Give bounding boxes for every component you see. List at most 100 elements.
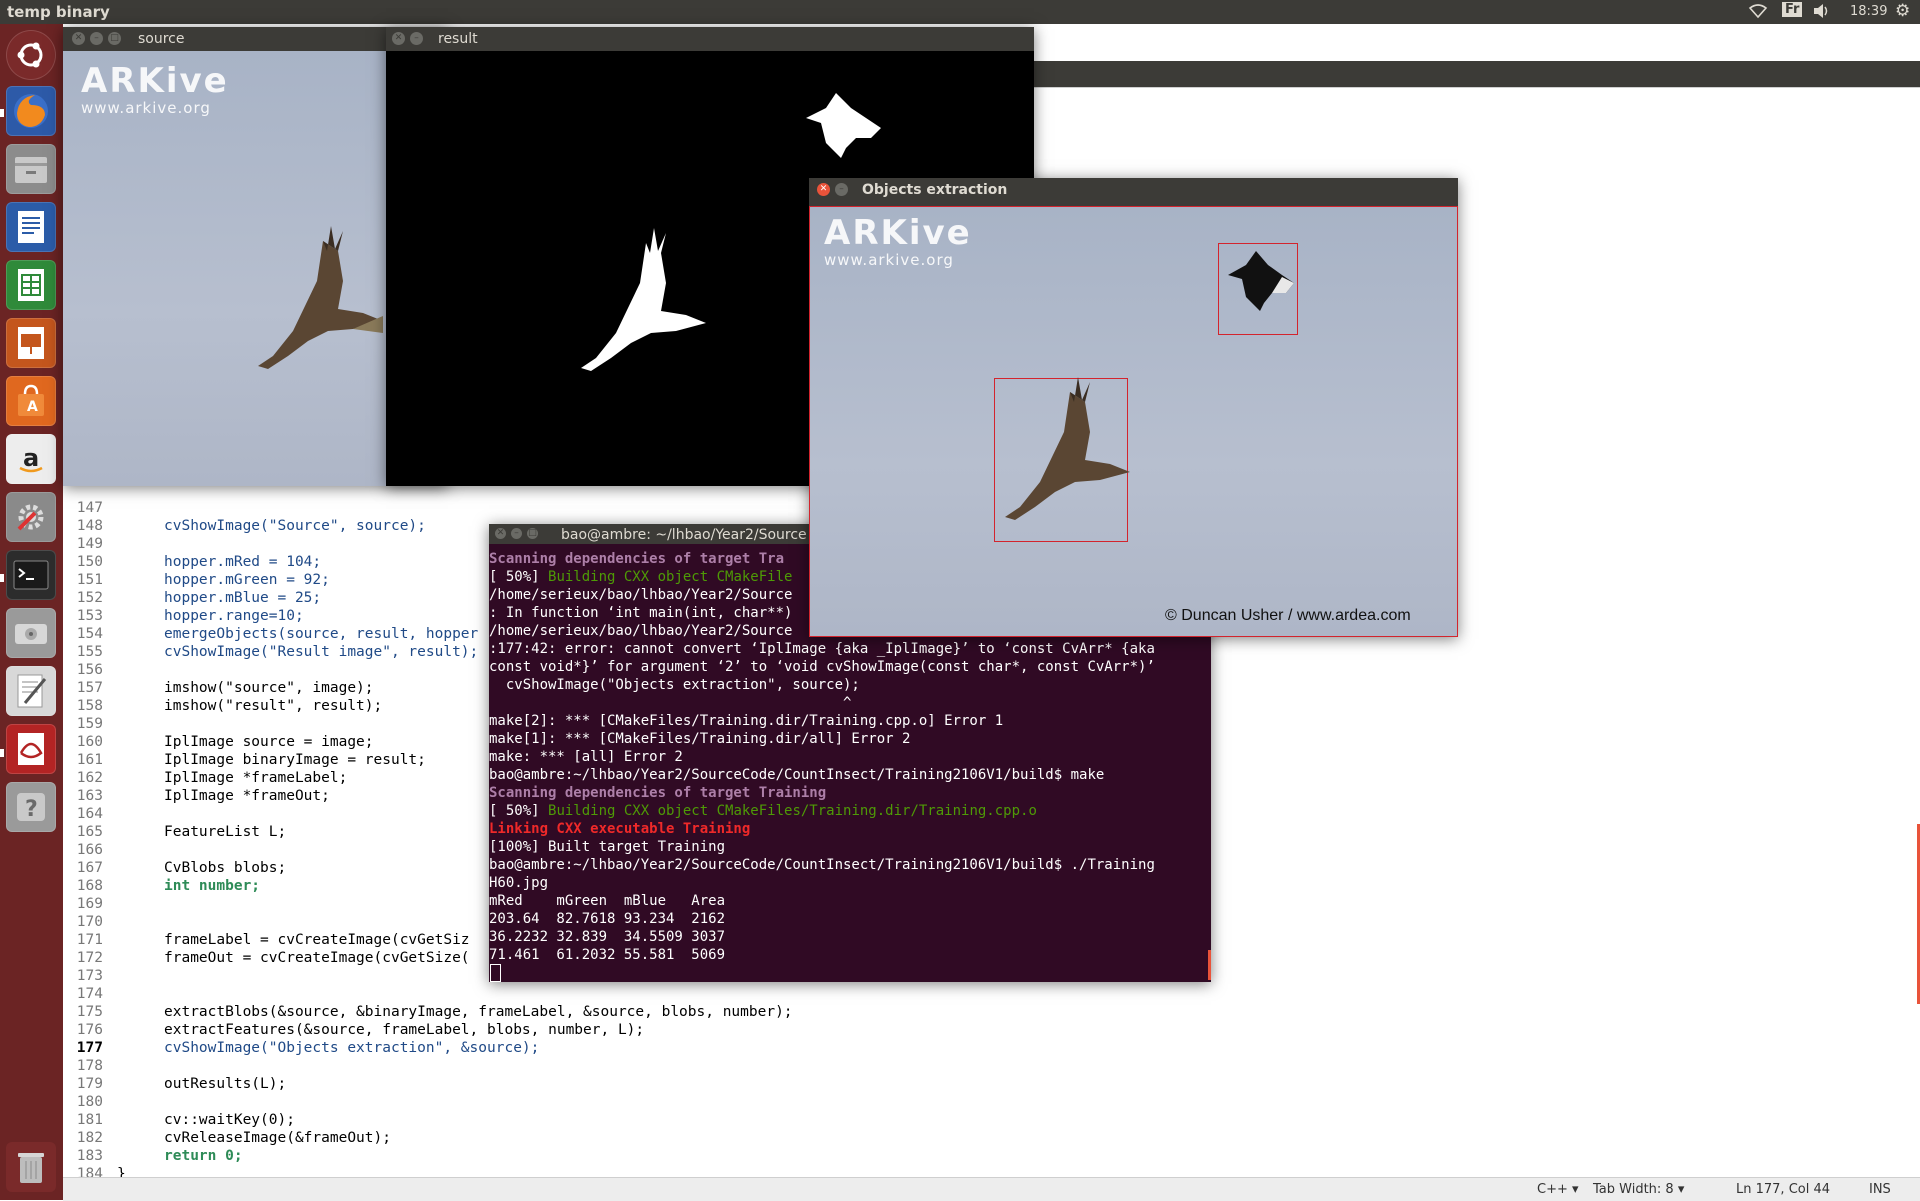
line-number: 158 [76,698,103,714]
terminal-text: bao@ambre:~/lhbao/Year2/SourceCode/Count… [489,857,1155,873]
code-line[interactable]: 178 [63,1057,793,1075]
help-icon[interactable]: ? [6,782,56,832]
line-number: 161 [76,752,103,768]
line-number: 168 [76,878,103,894]
minimize-icon[interactable]: – [835,183,848,196]
window-title: source [138,31,185,47]
writer-icon[interactable] [6,202,56,252]
line-number: 162 [76,770,103,786]
terminal-text: Scanning dependencies of target Training [489,785,827,801]
line-number: 160 [76,734,103,750]
code-line[interactable]: 147 [63,499,793,517]
bird-silhouette [581,228,706,371]
system-settings-icon[interactable] [6,492,56,542]
objects-titlebar: ✕ – Objects extraction [809,178,1458,202]
terminal-line: [ 50%] Building CXX object CMakeFiles/Tr… [489,802,1211,820]
result-titlebar: ✕ – result [386,27,1034,51]
objects-extraction-window: ✕ – Objects extraction ARKive www.arkive… [809,178,1458,637]
minimize-icon[interactable]: – [90,32,103,45]
line-number: 174 [76,986,103,1002]
code-text: cvShowImage("Source", source); [164,518,426,534]
objects-image: ARKive www.arkive.org © Duncan Usher / w… [809,206,1458,637]
files-icon[interactable] [6,144,56,194]
terminal-line: bao@ambre:~/lhbao/Year2/SourceCode/Count… [489,766,1211,784]
ubuntu-dash-icon[interactable] [6,30,56,80]
keyboard-layout-indicator[interactable]: Fr [1782,2,1803,17]
wifi-icon[interactable] [1748,3,1768,23]
firefox-icon[interactable] [6,86,56,136]
terminal-line: :177:42: error: cannot convert ‘IplImage… [489,640,1211,658]
code-text: frameOut = cvCreateImage(cvGetSize( [164,950,470,966]
trash-icon[interactable] [6,1142,56,1192]
code-line[interactable]: 176 extractFeatures(&source, frameLabel, … [63,1021,793,1039]
minimize-icon[interactable]: – [410,32,423,45]
terminal-text: Scanning dependencies of target Tra [489,551,785,567]
calc-icon[interactable] [6,260,56,310]
insert-mode: INS [1869,1182,1891,1197]
editor-statusbar: C++ ▾ Tab Width: 8 ▾ Ln 177, Col 44 INS [63,1177,1920,1201]
code-text: extractBlobs(&source, &binaryImage, fram… [164,1004,793,1020]
disk-icon[interactable] [6,608,56,658]
close-icon[interactable]: ✕ [817,183,830,196]
maximize-icon[interactable]: □ [108,32,121,45]
line-number: 180 [76,1094,103,1110]
photo-credit: © Duncan Usher / www.ardea.com [1165,607,1411,624]
line-number: 157 [76,680,103,696]
code-line[interactable]: 180 [63,1093,793,1111]
terminal-line: make[1]: *** [CMakeFiles/Training.dir/al… [489,730,1211,748]
software-center-icon[interactable]: A [6,376,56,426]
code-line[interactable]: 183 return 0; [63,1147,793,1165]
clock[interactable]: 18:39 [1850,4,1887,19]
terminal-text: 203.64 82.7618 93.234 2162 [489,911,726,927]
terminal-line: 203.64 82.7618 93.234 2162 [489,910,1211,928]
code-line[interactable]: 177 cvShowImage("Objects extraction", &so… [63,1039,793,1057]
terminal-line: Scanning dependencies of target Training [489,784,1211,802]
line-number: 151 [76,572,103,588]
code-text: imshow("result", result); [164,698,383,714]
close-icon[interactable]: ✕ [495,528,506,539]
code-text: hopper.mBlue = 25; [164,590,322,606]
code-text: cv::waitKey(0); [164,1112,295,1128]
terminal-icon[interactable] [6,550,56,600]
gear-icon[interactable]: ⚙ [1895,1,1910,21]
terminal-scrollbar[interactable] [1208,950,1211,980]
terminal-cursor [490,964,501,982]
terminal-text: : In function ‘int main(int, char**) [489,605,793,621]
svg-text:A: A [27,399,38,415]
amazon-icon[interactable]: a [6,434,56,484]
bird-image [258,226,383,369]
terminal-text: make[1]: *** [CMakeFiles/Training.dir/al… [489,731,911,747]
arkive-logo: ARKive www.arkive.org [824,213,972,269]
code-text: cvShowImage("Result image", result); [164,644,479,660]
code-line[interactable]: 174 [63,985,793,1003]
cursor-position: Ln 177, Col 44 [1736,1182,1831,1197]
impress-icon[interactable] [6,318,56,368]
terminal-text: 71.461 61.2032 55.581 5069 [489,947,726,963]
code-line[interactable]: 182 cvReleaseImage(&frameOut); [63,1129,793,1147]
terminal-line: const void*}’ for argument ‘2’ to ‘void … [489,658,1211,676]
close-icon[interactable]: ✕ [72,32,85,45]
minimize-icon[interactable]: – [511,528,522,539]
svg-text:?: ? [25,797,38,822]
maximize-icon[interactable]: □ [527,528,538,539]
close-icon[interactable]: ✕ [392,32,405,45]
volume-icon[interactable] [1812,3,1832,23]
code-line[interactable]: 179 outResults(L); [63,1075,793,1093]
code-text: frameLabel = cvCreateImage(cvGetSiz [164,932,470,948]
code-text: emergeObjects(source, result, hopper [164,626,479,642]
language-selector[interactable]: C++ ▾ [1537,1182,1579,1197]
tab-width-selector[interactable]: Tab Width: 8 ▾ [1593,1182,1684,1197]
code-text: FeatureList L; [164,824,287,840]
code-line[interactable]: 175 extractBlobs(&source, &binaryImage, f… [63,1003,793,1021]
line-number: 152 [76,590,103,606]
text-editor-icon[interactable] [6,666,56,716]
terminal-line: [100%] Built target Training [489,838,1211,856]
code-line[interactable]: 181 cv::waitKey(0); [63,1111,793,1129]
document-viewer-icon[interactable] [6,724,56,774]
